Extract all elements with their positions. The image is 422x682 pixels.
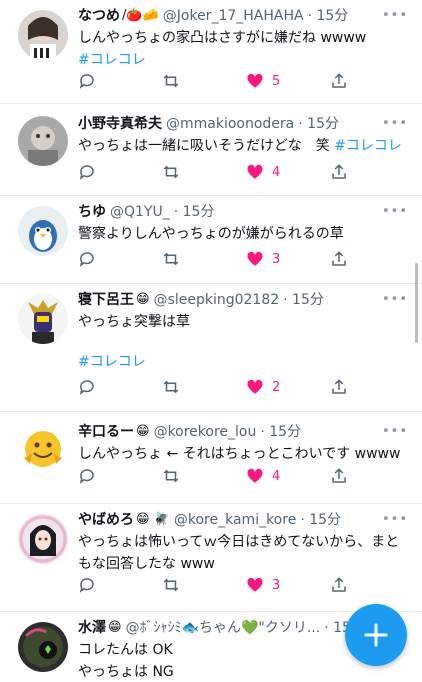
tweet[interactable]: 小野寺真希夫 @mmakioonodera · 15分 ••• やっちょは一緒に…	[0, 104, 422, 196]
heart-icon	[247, 577, 263, 592]
timestamp[interactable]: · 15分	[174, 202, 215, 222]
name-emoji: 😁 🪰	[136, 512, 170, 527]
display-name[interactable]: なつめ	[78, 6, 120, 26]
handle[interactable]: @Q1YU_	[110, 202, 170, 222]
retweet-icon[interactable]	[162, 70, 180, 92]
tweet-text-line: やっちょ突撃は草	[78, 314, 190, 330]
hashtag-link[interactable]: #コレコレ	[78, 52, 146, 68]
tweet-text-line: 警察よりしんやっちょのが嫌がられるの草	[78, 226, 344, 242]
more-dots-icon[interactable]: •••	[382, 292, 408, 307]
display-name[interactable]: 水澤	[78, 618, 106, 638]
tweet[interactable]: ちゆ @Q1YU_ · 15分 ••• 警察よりしんやっちょのが嫌がられるの草 …	[0, 196, 422, 284]
reply-icon[interactable]	[78, 465, 96, 487]
avatar[interactable]	[18, 622, 68, 672]
handle[interactable]: @korekore_lou	[154, 422, 257, 442]
reply-icon[interactable]	[78, 70, 96, 92]
handle[interactable]: @ﾎﾞｼｬｼﾐ🐟ちゃん💚"クソリ...	[126, 618, 321, 638]
display-name[interactable]: 辛口るー	[78, 422, 134, 442]
more-dots-icon[interactable]: •••	[382, 8, 408, 23]
handle[interactable]: @Joker_17_HAHAHA	[163, 6, 304, 26]
share-icon[interactable]	[330, 376, 348, 398]
tweet-text-line: やっちょは NG	[78, 664, 174, 680]
display-name[interactable]: やばめろ	[78, 510, 134, 530]
reply-icon[interactable]	[78, 574, 96, 596]
timestamp[interactable]: · 15分	[260, 422, 301, 442]
retweet-icon[interactable]	[162, 376, 180, 398]
like-button[interactable]: 2	[246, 376, 280, 398]
tweet[interactable]: 辛口るー 😁 @korekore_lou · 15分 ••• しんやっちょ ← …	[0, 412, 422, 504]
like-count: 3	[272, 577, 281, 593]
name-emoji: /🍅🧀	[122, 8, 159, 23]
tweet-text-line: やっちょは怖いってｗ今日はきめてないから、まと	[78, 534, 400, 550]
heart-icon	[247, 379, 263, 394]
scrollbar[interactable]	[415, 263, 418, 343]
heart-icon	[247, 251, 263, 266]
like-button[interactable]: 5	[246, 70, 280, 92]
tweet-text-line: やっちょは一緒に吸いそうだけどな 笑	[78, 138, 335, 154]
like-button[interactable]: 3	[246, 248, 280, 270]
name-emoji: 😁	[136, 292, 150, 307]
tweet[interactable]: 寝下呂王 😁 @sleepking02182 · 15分 ••• やっちょ突撃は…	[0, 284, 422, 412]
avatar[interactable]	[18, 206, 68, 256]
reply-icon[interactable]	[78, 248, 96, 270]
share-icon[interactable]	[330, 574, 348, 596]
avatar[interactable]	[18, 116, 68, 166]
like-count: 4	[272, 164, 281, 180]
handle[interactable]: @kore_kami_kore	[174, 510, 296, 530]
share-icon[interactable]	[330, 465, 348, 487]
avatar[interactable]	[18, 424, 68, 474]
handle[interactable]: @sleepking02182	[154, 290, 280, 310]
timestamp[interactable]: · 15分	[283, 290, 324, 310]
like-button[interactable]: 3	[246, 574, 280, 596]
share-icon[interactable]	[330, 161, 348, 183]
heart-icon	[247, 164, 263, 179]
display-name[interactable]: 寝下呂王	[78, 290, 134, 310]
like-count: 3	[272, 251, 281, 267]
timestamp[interactable]: · 15分	[300, 510, 341, 530]
avatar[interactable]	[18, 514, 68, 564]
name-emoji: 😁	[136, 424, 150, 439]
heart-icon	[247, 468, 263, 483]
plus-icon	[364, 623, 388, 647]
like-count: 2	[272, 379, 281, 395]
tweet[interactable]: やばめろ 😁 🪰 @kore_kami_kore · 15分 ••• やっちょは…	[0, 504, 422, 612]
like-button[interactable]: 4	[246, 161, 280, 183]
avatar[interactable]	[18, 10, 68, 60]
handle[interactable]: @mmakioonodera	[166, 114, 294, 134]
share-icon[interactable]	[330, 70, 348, 92]
display-name[interactable]: ちゆ	[78, 202, 106, 222]
like-count: 4	[272, 468, 281, 484]
timestamp[interactable]: · 15分	[298, 114, 339, 134]
reply-icon[interactable]	[78, 376, 96, 398]
retweet-icon[interactable]	[162, 574, 180, 596]
hashtag-link[interactable]: #コレコレ	[78, 354, 146, 370]
name-emoji: 😁	[108, 620, 122, 635]
tweet-text-line: しんやっちょの家凸はさすがに嫌だね wwww	[78, 30, 367, 46]
compose-button[interactable]	[345, 604, 407, 666]
more-dots-icon[interactable]: •••	[382, 204, 408, 219]
retweet-icon[interactable]	[162, 161, 180, 183]
retweet-icon[interactable]	[162, 248, 180, 270]
timestamp[interactable]: · 15分	[308, 6, 349, 26]
heart-icon	[247, 73, 263, 88]
more-dots-icon[interactable]: •••	[382, 512, 408, 527]
like-button[interactable]: 4	[246, 465, 280, 487]
display-name[interactable]: 小野寺真希夫	[78, 114, 162, 134]
retweet-icon[interactable]	[162, 465, 180, 487]
hashtag-link[interactable]: #コレコレ	[334, 138, 402, 154]
tweet-text-line: もな回答したな www	[78, 556, 215, 572]
more-dots-icon[interactable]: •••	[382, 116, 408, 131]
like-count: 5	[272, 73, 281, 89]
tweet-text-line: しんやっちょ ← それはちょっとこわいです wwww	[78, 446, 401, 462]
avatar[interactable]	[18, 294, 68, 344]
tweet[interactable]: なつめ /🍅🧀 @Joker_17_HAHAHA · 15分 ••• しんやっち…	[0, 0, 422, 104]
more-dots-icon[interactable]: •••	[382, 424, 408, 439]
share-icon[interactable]	[330, 248, 348, 270]
reply-icon[interactable]	[78, 161, 96, 183]
